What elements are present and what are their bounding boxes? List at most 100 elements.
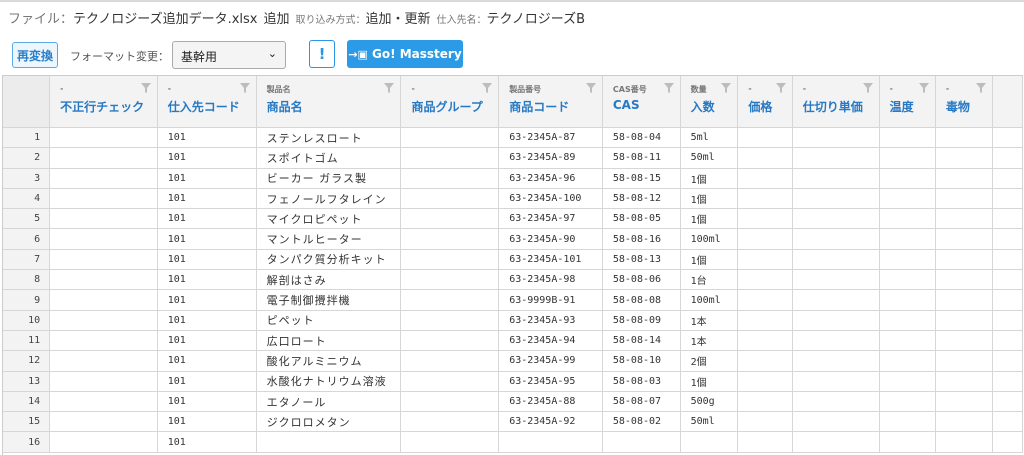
cell-empty[interactable] (879, 249, 936, 271)
filter-icon[interactable] (663, 83, 674, 93)
cell-group[interactable] (400, 310, 500, 331)
cell-empty[interactable] (737, 208, 793, 230)
cell-empty[interactable] (792, 228, 880, 250)
column-header-supplier[interactable]: - 仕入先コード (157, 76, 257, 128)
cell-check[interactable] (49, 269, 158, 291)
cell-empty[interactable] (935, 431, 994, 453)
cell-empty[interactable] (792, 249, 880, 271)
cell-supplier[interactable]: 101 (157, 371, 257, 392)
cell-name[interactable]: 電子制御攪拌機 (256, 289, 402, 311)
cell-empty[interactable] (879, 371, 936, 392)
cell-code[interactable]: 63-2345A-87 (498, 127, 603, 149)
cell-empty[interactable] (879, 228, 936, 250)
cell-check[interactable] (49, 147, 158, 169)
cell-empty[interactable] (792, 127, 880, 149)
cell-cas[interactable]: 58-08-05 (602, 208, 681, 230)
cell-empty[interactable] (792, 168, 880, 189)
cell-supplier[interactable]: 101 (157, 228, 257, 250)
cell-cas[interactable]: 58-08-15 (602, 168, 681, 189)
cell-empty[interactable] (879, 168, 936, 189)
cell-group[interactable] (400, 391, 500, 413)
cell-empty[interactable] (935, 330, 994, 352)
cell-empty[interactable] (737, 411, 793, 433)
cell-empty[interactable] (935, 168, 994, 189)
cell-name[interactable]: ステンレスロート (256, 127, 402, 149)
cell-qty[interactable]: 1個 (680, 249, 739, 271)
cell-check[interactable] (49, 391, 158, 413)
cell-empty[interactable] (792, 147, 880, 169)
cell-code[interactable]: 63-9999B-91 (498, 289, 603, 311)
cell-group[interactable] (400, 249, 500, 271)
cell-empty[interactable] (935, 188, 994, 210)
column-header-qty[interactable]: 数量 入数 (680, 76, 739, 128)
cell-empty[interactable] (737, 147, 793, 169)
cell-empty[interactable] (879, 208, 936, 230)
cell-empty[interactable] (792, 371, 880, 392)
cell-code[interactable]: 63-2345A-97 (498, 208, 603, 230)
cell-qty[interactable] (680, 431, 739, 453)
cell-empty[interactable] (935, 269, 994, 291)
cell-check[interactable] (49, 350, 158, 372)
cell-empty[interactable] (935, 228, 994, 250)
column-header-price[interactable]: - 価格 (737, 76, 793, 128)
cell-check[interactable] (49, 127, 158, 149)
cell-empty[interactable] (792, 350, 880, 372)
cell-empty[interactable] (737, 228, 793, 250)
cell-empty[interactable] (737, 289, 793, 311)
cell-empty[interactable] (879, 350, 936, 372)
cell-empty[interactable] (737, 168, 793, 189)
cell-name[interactable]: 広口ロート (256, 330, 402, 352)
cell-name[interactable]: マイクロピペット (256, 208, 402, 230)
cell-empty[interactable] (935, 391, 994, 413)
cell-empty[interactable] (879, 289, 936, 311)
cell-check[interactable] (49, 431, 158, 453)
cell-code[interactable]: 63-2345A-96 (498, 168, 603, 189)
cell-name[interactable]: 酸化アルミニウム (256, 350, 402, 372)
cell-code[interactable]: 63-2345A-89 (498, 147, 603, 169)
filter-icon[interactable] (775, 83, 786, 93)
cell-supplier[interactable]: 101 (157, 168, 257, 189)
cell-group[interactable] (400, 431, 500, 453)
cell-empty[interactable] (737, 391, 793, 413)
cell-empty[interactable] (792, 208, 880, 230)
cell-check[interactable] (49, 188, 158, 210)
cell-group[interactable] (400, 188, 500, 210)
cell-group[interactable] (400, 147, 500, 169)
cell-group[interactable] (400, 127, 500, 149)
cell-supplier[interactable]: 101 (157, 188, 257, 210)
cell-empty[interactable] (879, 411, 936, 433)
cell-supplier[interactable]: 101 (157, 330, 257, 352)
cell-empty[interactable] (792, 391, 880, 413)
column-header-code[interactable]: 製品番号 商品コード (498, 76, 603, 128)
cell-check[interactable] (49, 168, 158, 189)
cell-group[interactable] (400, 208, 500, 230)
cell-check[interactable] (49, 330, 158, 352)
cell-group[interactable] (400, 168, 500, 189)
cell-code[interactable]: 63-2345A-95 (498, 371, 603, 392)
cell-name[interactable]: スポイトゴム (256, 147, 402, 169)
column-header-poison[interactable]: - 毒物 (935, 76, 994, 128)
cell-code[interactable]: 63-2345A-94 (498, 330, 603, 352)
cell-supplier[interactable]: 101 (157, 269, 257, 291)
cell-empty[interactable] (935, 371, 994, 392)
cell-supplier[interactable]: 101 (157, 411, 257, 433)
filter-icon[interactable] (585, 83, 596, 93)
reconvert-button[interactable]: 再変換 (12, 42, 58, 68)
cell-supplier[interactable]: 101 (157, 431, 257, 453)
cell-name[interactable]: フェノールフタレイン (256, 188, 402, 210)
cell-empty[interactable] (935, 208, 994, 230)
cell-qty[interactable]: 50ml (680, 411, 739, 433)
cell-code[interactable]: 63-2345A-98 (498, 269, 603, 291)
cell-empty[interactable] (792, 411, 880, 433)
cell-cas[interactable]: 58-08-02 (602, 411, 681, 433)
cell-group[interactable] (400, 228, 500, 250)
cell-name[interactable]: ビーカー ガラス製 (256, 168, 402, 189)
cell-cas[interactable]: 58-08-03 (602, 371, 681, 392)
cell-check[interactable] (49, 371, 158, 392)
cell-cas[interactable]: 58-08-09 (602, 310, 681, 331)
cell-empty[interactable] (935, 127, 994, 149)
cell-code[interactable]: 63-2345A-90 (498, 228, 603, 250)
cell-supplier[interactable]: 101 (157, 289, 257, 311)
cell-empty[interactable] (879, 431, 936, 453)
cell-empty[interactable] (792, 431, 880, 453)
